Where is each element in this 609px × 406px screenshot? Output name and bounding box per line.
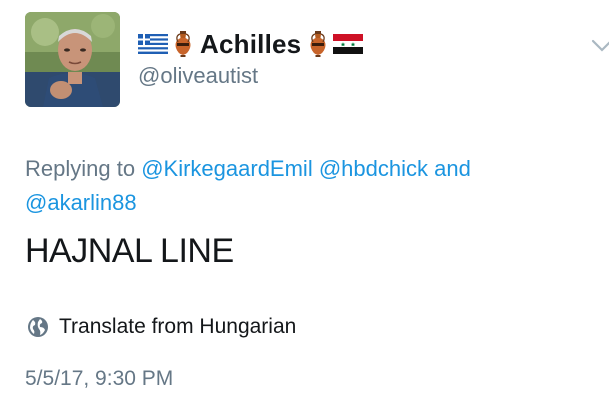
globe-icon xyxy=(28,317,48,337)
timestamp[interactable]: 5/5/17, 9:30 PM xyxy=(25,367,173,391)
syrian-flag-icon xyxy=(333,34,364,54)
tweet-text: HAJNAL LINE xyxy=(25,232,234,270)
amphora-icon xyxy=(310,31,326,57)
mention-link[interactable]: @akarlin88 xyxy=(25,190,137,215)
user-handle[interactable]: @oliveautist xyxy=(138,63,258,89)
translate-button[interactable]: Translate from Hungarian xyxy=(27,315,296,339)
mention-link[interactable]: @hbdchick xyxy=(319,156,428,181)
replying-to-label: Replying to xyxy=(25,156,136,181)
greek-flag-icon xyxy=(138,34,168,54)
translate-label: Translate from Hungarian xyxy=(59,315,297,338)
display-name-row: Achilles xyxy=(138,28,364,60)
chevron-down-icon[interactable] xyxy=(591,38,609,54)
amphora-icon xyxy=(175,31,191,57)
avatar-image xyxy=(25,12,120,107)
tweet: Achilles @oliveautist Replying to @Kirke… xyxy=(0,0,609,406)
avatar[interactable] xyxy=(25,12,120,107)
mention-link[interactable]: @KirkegaardEmil xyxy=(141,156,313,181)
mention-conjunction[interactable]: and xyxy=(434,156,471,181)
replying-to: Replying to @KirkegaardEmil @hbdchick an… xyxy=(25,152,595,220)
display-name[interactable]: Achilles xyxy=(200,29,301,60)
